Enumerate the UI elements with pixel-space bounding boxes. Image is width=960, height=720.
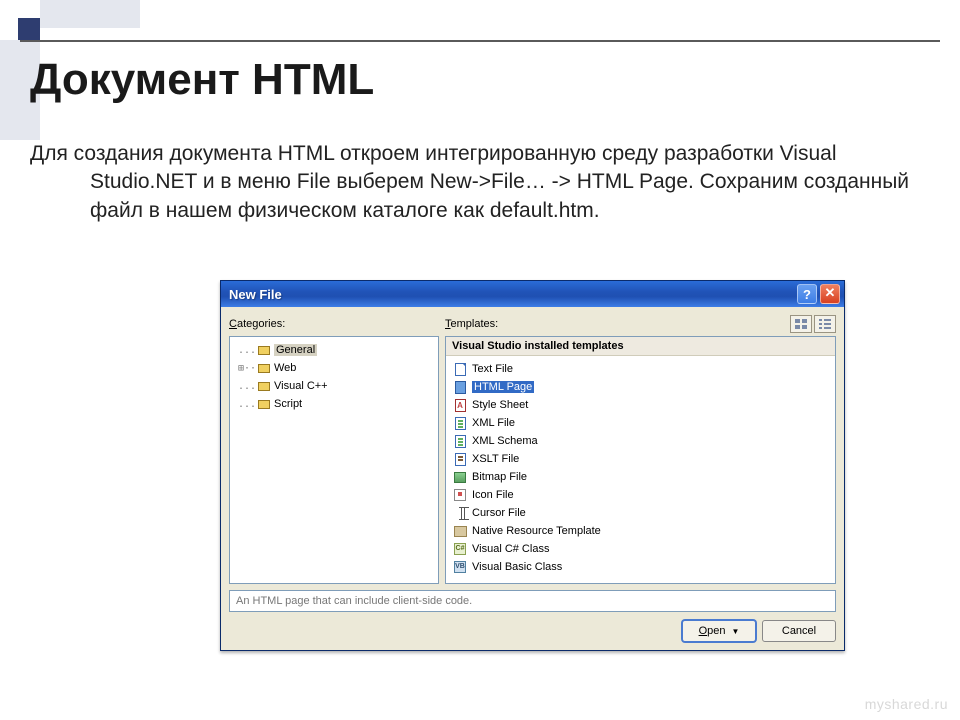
close-button[interactable]: ✕ xyxy=(820,284,840,304)
slide-body-text: Для создания документа HTML откроем инте… xyxy=(30,140,910,225)
template-item[interactable]: Icon File xyxy=(452,486,829,504)
doc-icon xyxy=(452,362,468,376)
category-label: General xyxy=(274,344,317,356)
open-button[interactable]: Open ▼ xyxy=(682,620,756,642)
cursor-icon xyxy=(452,506,468,520)
template-label: XML Schema xyxy=(472,435,538,447)
cs-icon: C# xyxy=(452,542,468,556)
template-label: Visual Basic Class xyxy=(472,561,562,573)
categories-label: Categories: xyxy=(229,318,445,330)
large-icons-view-button[interactable] xyxy=(790,315,812,333)
template-item[interactable]: Native Resource Template xyxy=(452,522,829,540)
template-item[interactable]: Cursor File xyxy=(452,504,829,522)
template-label: XML File xyxy=(472,417,515,429)
watermark: myshared.ru xyxy=(865,696,948,712)
template-label: Bitmap File xyxy=(472,471,527,483)
template-item[interactable]: VB Visual Basic Class xyxy=(452,558,829,576)
category-item[interactable]: ..... General xyxy=(234,341,434,359)
template-label: Visual C# Class xyxy=(472,543,549,555)
close-icon: ✕ xyxy=(825,285,836,301)
template-item[interactable]: XML Schema xyxy=(452,432,829,450)
templates-panel[interactable]: Visual Studio installed templates Text F… xyxy=(445,336,836,584)
small-icons-view-button[interactable] xyxy=(814,315,836,333)
template-label: Text File xyxy=(472,363,513,375)
dialog-panels: ..... General ⊞·· Web..... Visual C++..... Sc… xyxy=(229,336,836,584)
vb-icon: VB xyxy=(452,560,468,574)
description-box: An HTML page that can include client-sid… xyxy=(229,590,836,612)
new-file-dialog: New File ? ✕ Categories: Templates: ....… xyxy=(220,280,845,651)
dialog-title: New File xyxy=(229,287,794,302)
template-label: Icon File xyxy=(472,489,514,501)
view-switcher xyxy=(790,315,836,333)
template-item[interactable]: XML File xyxy=(452,414,829,432)
tree-connector: ⊞·· xyxy=(238,363,258,374)
small-icons-icon xyxy=(819,319,831,329)
slide-accent-bar-top xyxy=(40,0,140,28)
template-item[interactable]: Text File xyxy=(452,360,829,378)
category-label: Visual C++ xyxy=(274,380,328,392)
chevron-down-icon: ▼ xyxy=(732,627,740,636)
tree-connector: ..... xyxy=(238,381,258,392)
xml-icon xyxy=(452,416,468,430)
html-icon xyxy=(452,380,468,394)
template-item[interactable]: Bitmap File xyxy=(452,468,829,486)
category-label: Script xyxy=(274,398,302,410)
template-label: Cursor File xyxy=(472,507,526,519)
icon-icon xyxy=(452,488,468,502)
bitmap-icon xyxy=(452,470,468,484)
tree-connector: ..... xyxy=(238,345,258,356)
category-item[interactable]: ⊞·· Web xyxy=(234,359,434,377)
folder-icon xyxy=(258,364,270,373)
dialog-titlebar[interactable]: New File ? ✕ xyxy=(221,281,844,307)
templates-label: Templates: xyxy=(445,318,790,330)
dialog-body: Categories: Templates: ..... General ⊞·· We… xyxy=(221,307,844,650)
xslt-icon xyxy=(452,452,468,466)
dialog-labels-row: Categories: Templates: xyxy=(229,315,836,333)
xml-icon xyxy=(452,434,468,448)
category-item[interactable]: ..... Script xyxy=(234,395,434,413)
template-label: XSLT File xyxy=(472,453,519,465)
folder-icon xyxy=(258,346,270,355)
folder-icon xyxy=(258,400,270,409)
template-item[interactable]: A Style Sheet xyxy=(452,396,829,414)
template-item[interactable]: C# Visual C# Class xyxy=(452,540,829,558)
template-label: Native Resource Template xyxy=(472,525,601,537)
slide-accent-square xyxy=(18,18,40,40)
categories-panel[interactable]: ..... General ⊞·· Web..... Visual C++..... Sc… xyxy=(229,336,439,584)
dialog-actions: Open ▼ Cancel xyxy=(229,620,836,642)
templates-header: Visual Studio installed templates xyxy=(446,337,835,356)
template-item[interactable]: HTML Page xyxy=(452,378,829,396)
template-item[interactable]: XSLT File xyxy=(452,450,829,468)
category-label: Web xyxy=(274,362,296,374)
template-label: HTML Page xyxy=(472,381,534,393)
slide-title: Документ HTML xyxy=(30,55,374,105)
tree-connector: ..... xyxy=(238,399,258,410)
templates-list: Text File HTML Page A Style Sheet XML File XM… xyxy=(446,356,835,580)
folder-icon xyxy=(258,382,270,391)
cancel-button[interactable]: Cancel xyxy=(762,620,836,642)
slide-divider xyxy=(20,40,940,42)
category-item[interactable]: ..... Visual C++ xyxy=(234,377,434,395)
large-icons-icon xyxy=(795,319,807,329)
native-icon xyxy=(452,524,468,538)
help-button[interactable]: ? xyxy=(797,284,817,304)
style-icon: A xyxy=(452,398,468,412)
help-icon: ? xyxy=(803,287,811,302)
template-label: Style Sheet xyxy=(472,399,528,411)
